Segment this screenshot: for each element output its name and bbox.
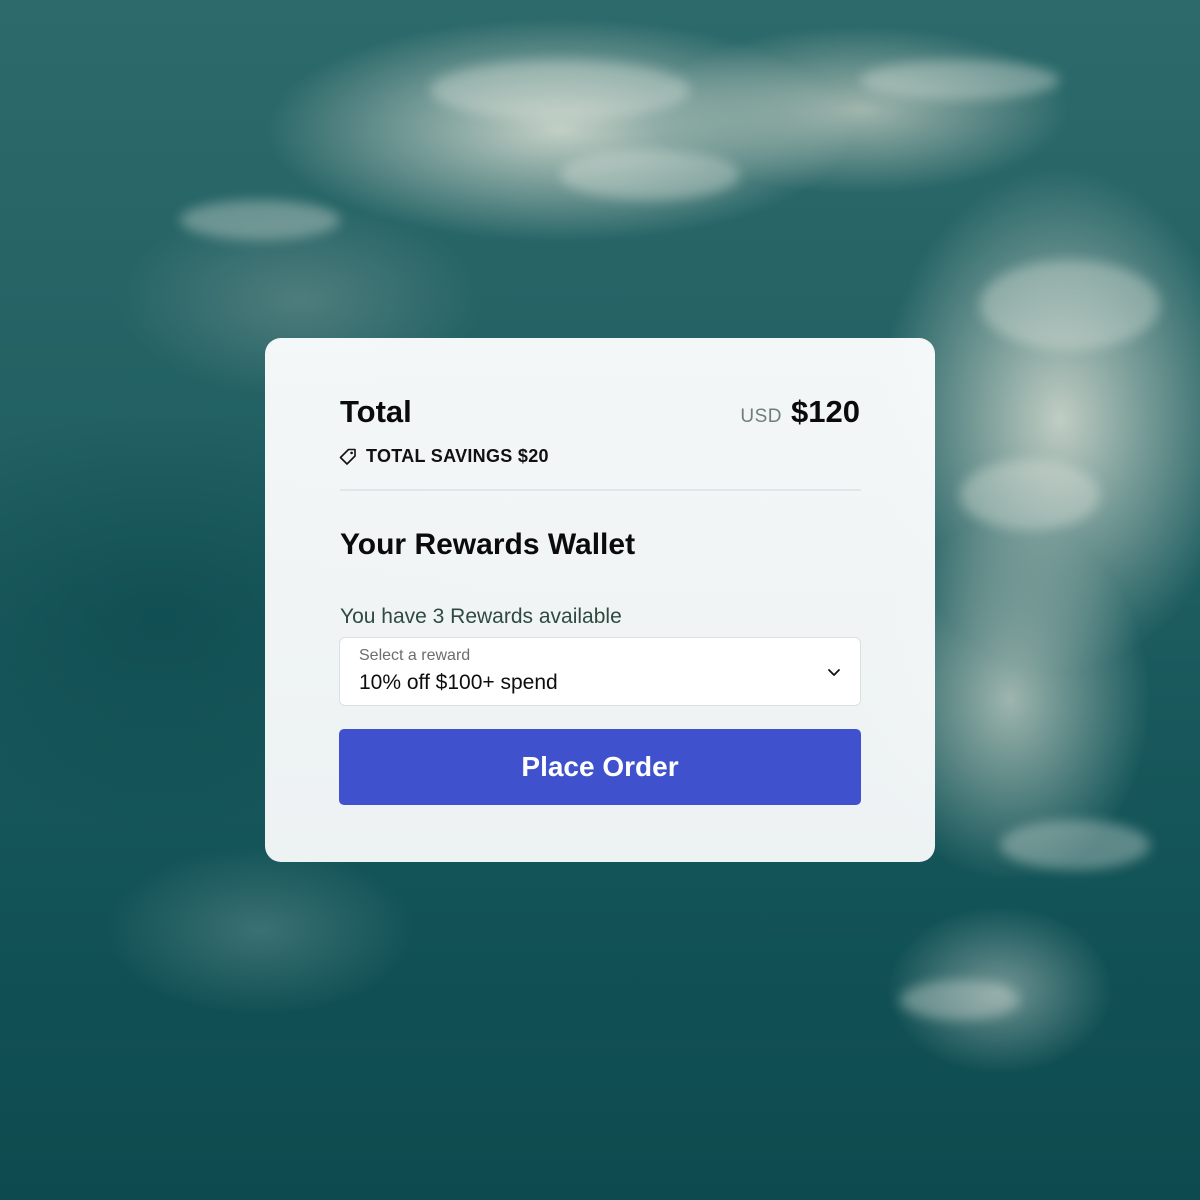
rewards-available-text: You have 3 Rewards available (340, 605, 622, 628)
checkout-card: Total USD $120 TOTAL SAVINGS $20 Your Re… (265, 338, 935, 862)
divider (340, 489, 861, 491)
total-label: Total (340, 394, 412, 429)
chevron-down-icon[interactable] (826, 664, 842, 680)
place-order-button[interactable]: Place Order (339, 729, 861, 805)
reward-select-value: 10% off $100+ spend (359, 671, 558, 694)
total-price: USD $120 (740, 394, 860, 430)
total-savings-text: TOTAL SAVINGS $20 (366, 446, 549, 466)
savings-row: TOTAL SAVINGS $20 (338, 446, 549, 467)
total-amount: $120 (791, 394, 860, 429)
currency-label: USD (740, 406, 783, 427)
tag-icon (338, 447, 358, 467)
rewards-wallet-title: Your Rewards Wallet (340, 528, 636, 561)
reward-select[interactable]: Select a reward 10% off $100+ spend (339, 637, 861, 706)
reward-select-label: Select a reward (359, 647, 471, 664)
